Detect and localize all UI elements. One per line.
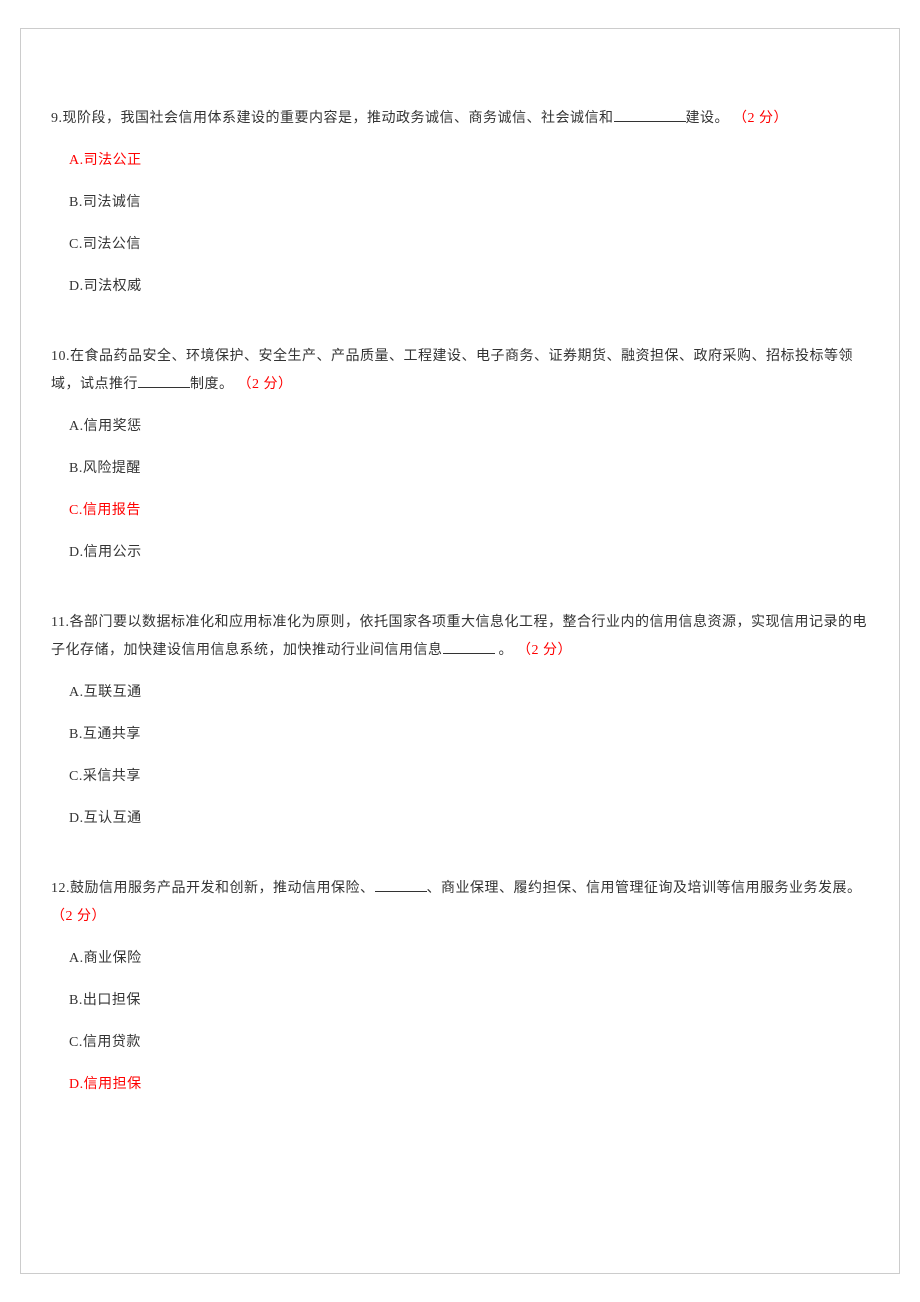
question-points: （2 分） — [238, 377, 293, 392]
option-c[interactable]: C.司法公信 — [51, 231, 869, 259]
spacer — [51, 577, 869, 609]
question-number: 11. — [51, 615, 69, 630]
content-frame: 9.现阶段，我国社会信用体系建设的重要内容是，推动政务诚信、商务诚信、社会诚信和… — [20, 28, 900, 1274]
option-a[interactable]: A.司法公正 — [51, 147, 869, 175]
question-text-pre: 在食品药品安全、环境保护、安全生产、产品质量、工程建设、电子商务、证券期货、融资… — [51, 349, 853, 392]
option-d[interactable]: D.信用公示 — [51, 539, 869, 567]
question-stem: 11.各部门要以数据标准化和应用标准化为原则，依托国家各项重大信息化工程，整合行… — [51, 609, 869, 665]
option-a[interactable]: A.互联互通 — [51, 679, 869, 707]
option-b[interactable]: B.风险提醒 — [51, 455, 869, 483]
blank-line — [614, 121, 686, 122]
question-text-pre: 现阶段，我国社会信用体系建设的重要内容是，推动政务诚信、商务诚信、社会诚信和 — [63, 111, 614, 126]
option-c[interactable]: C.信用贷款 — [51, 1029, 869, 1057]
question-text-post: 建设。 — [686, 111, 730, 126]
question-text-pre: 鼓励信用服务产品开发和创新，推动信用保险、 — [70, 881, 375, 896]
question-text-post: 制度。 — [190, 377, 234, 392]
blank-line — [443, 653, 495, 654]
question-text-pre: 各部门要以数据标准化和应用标准化为原则，依托国家各项重大信息化工程，整合行业内的… — [51, 615, 867, 658]
option-d[interactable]: D.司法权威 — [51, 273, 869, 301]
option-b[interactable]: B.出口担保 — [51, 987, 869, 1015]
question-points: （2 分） — [733, 111, 788, 126]
question-stem: 10.在食品药品安全、环境保护、安全生产、产品质量、工程建设、电子商务、证券期货… — [51, 343, 869, 399]
question-stem: 9.现阶段，我国社会信用体系建设的重要内容是，推动政务诚信、商务诚信、社会诚信和… — [51, 105, 869, 133]
option-c[interactable]: C.采信共享 — [51, 763, 869, 791]
option-b[interactable]: B.司法诚信 — [51, 189, 869, 217]
question-number: 10. — [51, 349, 70, 364]
option-a[interactable]: A.信用奖惩 — [51, 413, 869, 441]
question-number: 12. — [51, 881, 70, 896]
question-stem: 12.鼓励信用服务产品开发和创新，推动信用保险、 、商业保理、履约担保、信用管理征… — [51, 875, 869, 931]
question-text-post: 。 — [495, 643, 514, 658]
spacer — [51, 311, 869, 343]
question-points: （2 分） — [517, 643, 572, 658]
question-points: （2 分） — [51, 909, 106, 924]
spacer — [51, 843, 869, 875]
question-text-post: 、商业保理、履约担保、信用管理征询及培训等信用服务业务发展。 — [427, 881, 862, 896]
option-b[interactable]: B.互通共享 — [51, 721, 869, 749]
page-wrapper: 9.现阶段，我国社会信用体系建设的重要内容是，推动政务诚信、商务诚信、社会诚信和… — [0, 0, 920, 1302]
option-a[interactable]: A.商业保险 — [51, 945, 869, 973]
option-c[interactable]: C.信用报告 — [51, 497, 869, 525]
blank-line — [375, 891, 427, 892]
option-d[interactable]: D.互认互通 — [51, 805, 869, 833]
blank-line — [138, 387, 190, 388]
option-d[interactable]: D.信用担保 — [51, 1071, 869, 1099]
question-number: 9. — [51, 111, 63, 126]
